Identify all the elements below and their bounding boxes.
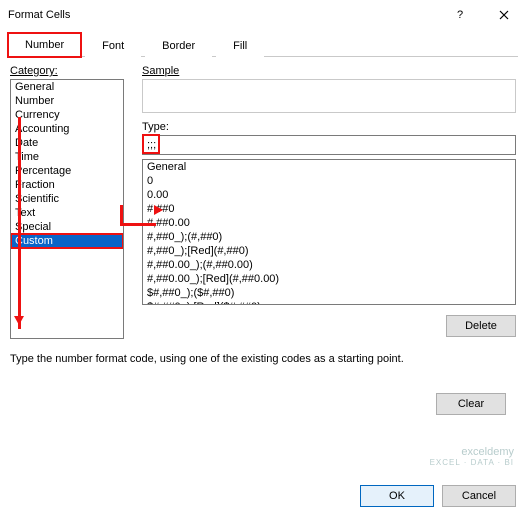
list-item[interactable]: Number	[11, 94, 123, 108]
type-input[interactable]	[142, 135, 516, 155]
close-button[interactable]	[482, 0, 526, 30]
list-item[interactable]: General	[143, 160, 515, 174]
tab-number[interactable]: Number	[8, 33, 81, 57]
close-icon	[499, 10, 509, 20]
list-item[interactable]: Text	[11, 206, 123, 220]
tab-strip: Number Font Border Fill	[8, 32, 518, 57]
cancel-button[interactable]: Cancel	[442, 485, 516, 507]
watermark-tag: EXCEL · DATA · BI	[430, 458, 514, 467]
list-item[interactable]: Accounting	[11, 122, 123, 136]
annotation-arrow-down	[18, 117, 21, 329]
type-label: Type:	[142, 121, 516, 133]
list-item[interactable]: #,##0_);[Red](#,##0)	[143, 244, 515, 258]
list-item[interactable]: $#,##0_);[Red]($#,##0)	[143, 300, 515, 305]
dialog-buttons: OK Cancel	[360, 485, 516, 507]
help-button[interactable]: ?	[438, 0, 482, 30]
list-item[interactable]: Currency	[11, 108, 123, 122]
list-item[interactable]: #,##0.00_);[Red](#,##0.00)	[143, 272, 515, 286]
watermark: exceldemy EXCEL · DATA · BI	[430, 446, 514, 467]
annotation-arrow-head	[154, 205, 168, 215]
list-item[interactable]: Percentage	[11, 164, 123, 178]
list-item[interactable]: Date	[11, 136, 123, 150]
list-item[interactable]: 0	[143, 174, 515, 188]
titlebar: Format Cells ?	[0, 0, 526, 30]
sample-label: Sample	[142, 65, 516, 77]
list-item[interactable]: #,##0.00	[143, 216, 515, 230]
list-item-selected[interactable]: Custom	[11, 234, 123, 248]
list-item[interactable]: Time	[11, 150, 123, 164]
category-label: Category:	[10, 65, 124, 77]
ok-button[interactable]: OK	[360, 485, 434, 507]
clear-button[interactable]: Clear	[436, 393, 506, 415]
category-listbox[interactable]: General Number Currency Accounting Date …	[10, 79, 124, 339]
format-code-listbox[interactable]: General 0 0.00 #,##0 #,##0.00 #,##0_);(#…	[142, 159, 516, 305]
list-item[interactable]: General	[11, 80, 123, 94]
list-item[interactable]: 0.00	[143, 188, 515, 202]
list-item[interactable]: #,##0	[143, 202, 515, 216]
list-item[interactable]: Scientific	[11, 192, 123, 206]
list-item[interactable]: #,##0_);(#,##0)	[143, 230, 515, 244]
tab-fill[interactable]: Fill	[216, 34, 264, 57]
dialog-title: Format Cells	[8, 9, 438, 21]
hint-text: Type the number format code, using one o…	[10, 353, 516, 365]
sample-preview	[142, 79, 516, 113]
list-item[interactable]: $#,##0_);($#,##0)	[143, 286, 515, 300]
watermark-brand: exceldemy	[430, 446, 514, 458]
annotation-arrow-segment	[120, 223, 156, 226]
delete-button[interactable]: Delete	[446, 315, 516, 337]
annotation-arrow-segment	[120, 205, 123, 225]
list-item[interactable]: Fraction	[11, 178, 123, 192]
list-item[interactable]: #,##0.00_);(#,##0.00)	[143, 258, 515, 272]
tab-border[interactable]: Border	[145, 34, 212, 57]
tab-font[interactable]: Font	[85, 34, 141, 57]
list-item[interactable]: Special	[11, 220, 123, 234]
